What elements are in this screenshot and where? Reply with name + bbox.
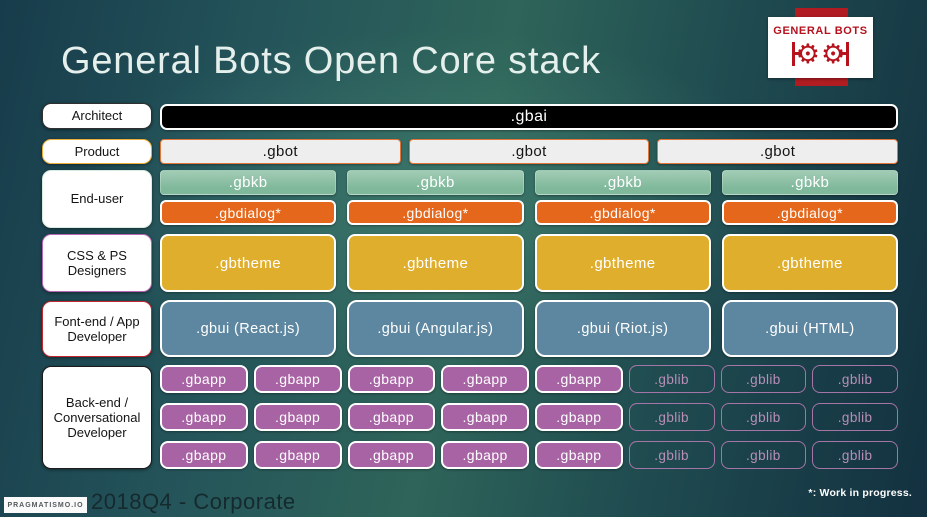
stack-box-gblib: .gblib	[720, 403, 807, 431]
pragmatismo-watermark: PRAGMATISMO.IO	[4, 497, 87, 513]
stack-box-gbapp: .gbapp	[441, 441, 529, 469]
stack-box-gbui-react: .gbui (React.js)	[160, 300, 337, 357]
stack-box-gblib: .gblib	[812, 403, 898, 431]
role-label-backend-conversational-developer: Back-end / Conversational Developer	[42, 366, 152, 469]
stack-box-gbapp: .gbapp	[347, 441, 436, 469]
logo-brand-text: GENERAL BOTS	[773, 25, 868, 37]
role-label-product: Product	[42, 139, 152, 164]
page-title: General Bots Open Core stack	[61, 40, 601, 82]
stack-box-gbkb: .gbkb	[347, 170, 524, 195]
stack-box-gbui-riot: .gbui (Riot.js)	[534, 300, 711, 357]
stack-box-gbapp: .gbapp	[160, 441, 248, 469]
stack-box-gblib: .gblib	[720, 365, 807, 393]
stack-box-gbapp: .gbapp	[441, 365, 529, 393]
stack-box-gbtheme: .gbtheme	[347, 234, 524, 292]
slide-footer-label: 2018Q4 - Corporate	[91, 489, 296, 514]
layer-gbot: .gbot .gbot .gbot	[160, 139, 899, 164]
stack-box-gbkb: .gbkb	[160, 170, 337, 195]
stack-box-gbapp: .gbapp	[253, 403, 342, 431]
stack-box-gblib: .gblib	[720, 441, 807, 469]
stack-box-gbapp: .gbapp	[160, 365, 248, 393]
layer-backend-row-3: .gbapp .gbapp .gbapp .gbapp .gbapp .gbli…	[160, 441, 898, 469]
stack-box-gbapp: .gbapp	[253, 365, 342, 393]
gear-bar-left-icon	[791, 42, 802, 66]
layer-gbui: .gbui (React.js) .gbui (Angular.js) .gbu…	[160, 300, 898, 357]
stack-box-gblib: .gblib	[628, 403, 715, 431]
general-bots-logo: GENERAL BOTS ⚙ ⚙	[768, 17, 873, 78]
gear-bar-right-icon	[839, 42, 850, 66]
work-in-progress-note: *: Work in progress.	[808, 487, 912, 499]
role-label-frontend-app-developer: Font-end / App Developer	[42, 301, 152, 357]
stack-box-gblib: .gblib	[628, 441, 715, 469]
stack-box-gblib: .gblib	[628, 365, 715, 393]
stack-box-gbapp: .gbapp	[535, 441, 623, 469]
layer-gbkb: .gbkb .gbkb .gbkb .gbkb	[160, 170, 898, 195]
layer-gbdialog: .gbdialog* .gbdialog* .gbdialog* .gbdial…	[160, 200, 898, 225]
stack-box-gbkb: .gbkb	[534, 170, 711, 195]
stack-box-gblib: .gblib	[812, 365, 898, 393]
stack-box-gbot: .gbot	[160, 139, 401, 164]
layer-gbai: .gbai	[160, 104, 898, 130]
stack-box-gbai: .gbai	[160, 104, 898, 130]
stack-box-gbdialog: .gbdialog*	[534, 200, 711, 225]
stack-box-gbot: .gbot	[408, 139, 650, 164]
layer-gbtheme: .gbtheme .gbtheme .gbtheme .gbtheme	[160, 234, 898, 292]
stack-box-gbapp: .gbapp	[347, 365, 436, 393]
stack-box-gbtheme: .gbtheme	[160, 234, 337, 292]
slide-general-bots-open-core-stack: General Bots Open Core stack GENERAL BOT…	[0, 0, 927, 517]
stack-box-gbui-angular: .gbui (Angular.js)	[347, 300, 524, 357]
stack-box-gbdialog: .gbdialog*	[347, 200, 524, 225]
layer-backend-row-1: .gbapp .gbapp .gbapp .gbapp .gbapp .gbli…	[160, 365, 898, 393]
stack-box-gbkb: .gbkb	[721, 170, 898, 195]
role-label-end-user: End-user	[42, 170, 152, 228]
gears-icon: ⚙ ⚙	[791, 38, 850, 70]
stack-box-gbapp: .gbapp	[160, 403, 248, 431]
stack-box-gblib: .gblib	[812, 441, 898, 469]
stack-box-gbapp: .gbapp	[441, 403, 529, 431]
role-label-architect: Architect	[42, 103, 152, 129]
stack-box-gbdialog: .gbdialog*	[721, 200, 898, 225]
stack-box-gbapp: .gbapp	[535, 403, 623, 431]
stack-box-gbtheme: .gbtheme	[534, 234, 711, 292]
stack-box-gbot: .gbot	[657, 139, 899, 164]
stack-box-gbui-html: .gbui (HTML)	[721, 300, 898, 357]
role-label-css-ps-designers: CSS & PS Designers	[42, 234, 152, 292]
layer-backend-row-2: .gbapp .gbapp .gbapp .gbapp .gbapp .gbli…	[160, 403, 898, 431]
stack-box-gbapp: .gbapp	[253, 441, 342, 469]
stack-box-gbdialog: .gbdialog*	[160, 200, 337, 225]
stack-box-gbapp: .gbapp	[535, 365, 623, 393]
stack-box-gbapp: .gbapp	[347, 403, 436, 431]
stack-box-gbtheme: .gbtheme	[721, 234, 898, 292]
